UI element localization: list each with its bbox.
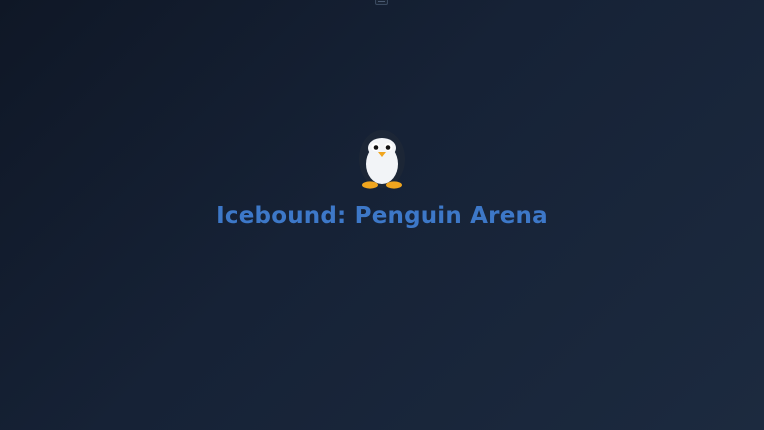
game-title: Icebound: Penguin Arena — [216, 203, 548, 229]
penguin-icon — [359, 130, 405, 189]
splash-screen: Icebound: Penguin Arena — [0, 0, 764, 430]
